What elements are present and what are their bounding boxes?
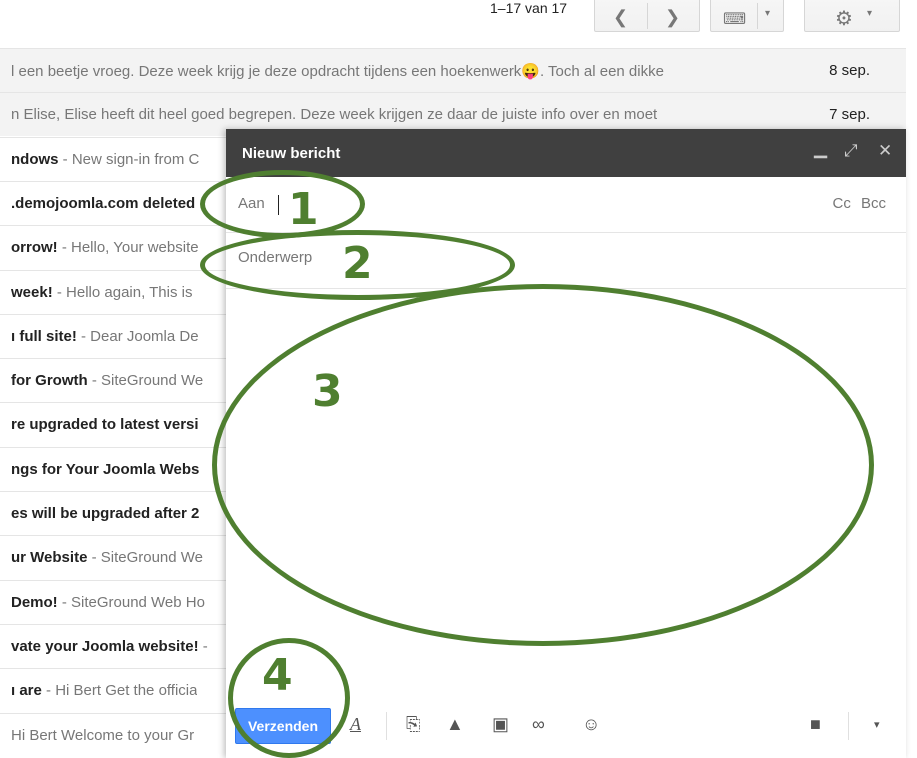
email-preview: re upgraded to latest versi bbox=[11, 416, 199, 433]
annotation-circle-1 bbox=[200, 170, 365, 238]
email-preview: .demojoomla.com deleted bbox=[11, 195, 195, 212]
expand-icon[interactable]: ⤢ bbox=[844, 141, 858, 161]
input-tools-button[interactable]: ⌨ ▾ bbox=[710, 0, 784, 32]
email-preview: es will be upgraded after 2 bbox=[11, 505, 199, 522]
email-subject: ngs for Your Joomla Webs bbox=[11, 460, 200, 478]
email-row[interactable]: l een beetje vroeg. Deze week krijg je d… bbox=[0, 48, 906, 92]
email-snippet: - Dear Joomla De bbox=[76, 327, 199, 345]
keyboard-icon[interactable]: ⌨ bbox=[723, 9, 746, 29]
email-preview: ngs for Your Joomla Webs bbox=[11, 461, 199, 478]
pagination-buttons: ❮ ❯ bbox=[594, 0, 700, 32]
email-preview: week! - Hello again, This is bbox=[11, 284, 193, 301]
email-subject: es will be upgraded after 2 bbox=[11, 505, 200, 522]
email-subject: orrow! bbox=[11, 239, 58, 257]
cc-bcc-link[interactable]: Cc Bcc bbox=[832, 195, 886, 212]
email-subject: for Growth bbox=[11, 372, 88, 390]
email-subject: Demo! bbox=[11, 593, 58, 611]
emoji-icon[interactable]: ☺ bbox=[582, 714, 600, 735]
annotation-number-1: 1 bbox=[288, 184, 319, 235]
chevron-down-icon[interactable]: ▾ bbox=[765, 8, 770, 19]
annotation-number-2: 2 bbox=[342, 238, 373, 289]
drive-icon[interactable]: ▲ bbox=[446, 714, 464, 735]
email-subject: .demojoomla.com deleted bbox=[11, 194, 196, 212]
email-preview: Demo! - SiteGround Web Ho bbox=[11, 594, 205, 611]
email-snippet: - Hello, Your website bbox=[57, 239, 199, 257]
email-subject: ur Website bbox=[11, 549, 88, 567]
email-preview: ndows - New sign-in from C bbox=[11, 151, 199, 168]
email-preview: orrow! - Hello, Your website bbox=[11, 239, 199, 256]
chevron-left-icon[interactable]: ❮ bbox=[613, 7, 628, 28]
email-snippet: - New sign-in from C bbox=[58, 150, 200, 168]
email-snippet: n Elise, Elise heeft dit heel goed begre… bbox=[11, 106, 658, 124]
annotation-number-3: 3 bbox=[312, 366, 343, 417]
attach-icon[interactable]: ⎘ bbox=[406, 714, 420, 735]
email-subject: ı full site! bbox=[11, 327, 77, 345]
chevron-right-icon[interactable]: ❯ bbox=[665, 7, 680, 28]
email-snippet: - SiteGround We bbox=[87, 549, 204, 567]
compose-title: Nieuw bericht bbox=[242, 145, 341, 162]
email-snippet: - Hi Bert Get the officia bbox=[41, 682, 198, 700]
gear-icon[interactable]: ⚙ bbox=[835, 6, 853, 31]
email-preview: for Growth - SiteGround We bbox=[11, 372, 203, 389]
email-subject: ı are bbox=[11, 682, 42, 700]
email-snippet: - SiteGround We bbox=[87, 372, 204, 390]
email-date: 8 sep. bbox=[829, 62, 870, 79]
annotation-number-4: 4 bbox=[262, 650, 293, 701]
format-text-icon[interactable]: A bbox=[350, 714, 361, 735]
email-preview: ur Website - SiteGround We bbox=[11, 549, 203, 566]
close-icon[interactable]: ✕ bbox=[878, 141, 892, 161]
compose-header[interactable]: Nieuw bericht ▁ ⤢ ✕ bbox=[226, 129, 906, 177]
email-date: 7 sep. bbox=[829, 106, 870, 124]
photo-icon[interactable]: ▣ bbox=[492, 714, 509, 735]
settings-button[interactable]: ⚙ ▾ bbox=[804, 0, 900, 32]
chevron-down-icon[interactable]: ▾ bbox=[867, 8, 872, 19]
email-snippet: Hi Bert Welcome to your Gr bbox=[11, 726, 195, 744]
email-snippet: l een beetje vroeg. Deze week krijg je d… bbox=[11, 63, 664, 80]
minimize-icon[interactable]: ▁ bbox=[814, 139, 827, 159]
email-snippet: - SiteGround Web Ho bbox=[57, 593, 205, 611]
email-preview: Hi Bert Welcome to your Gr bbox=[11, 727, 194, 744]
email-subject: ndows bbox=[11, 150, 59, 168]
pagination-count: 1–17 van 17 bbox=[490, 0, 568, 16]
more-options-icon[interactable]: ▾ bbox=[874, 718, 880, 731]
email-preview: l een beetje vroeg. Deze week krijg je d… bbox=[11, 62, 664, 80]
email-subject: week! bbox=[11, 283, 53, 301]
annotation-circle-3 bbox=[212, 284, 874, 646]
link-icon[interactable]: ∞ bbox=[532, 714, 545, 735]
email-subject: vate your Joomla website! bbox=[11, 637, 199, 655]
email-preview: ı are - Hi Bert Get the officia bbox=[11, 682, 197, 699]
email-snippet: - Hello again, This is bbox=[52, 283, 193, 301]
email-snippet: - bbox=[198, 637, 208, 655]
email-subject: re upgraded to latest versi bbox=[11, 416, 199, 434]
trash-icon[interactable]: ■ bbox=[810, 714, 821, 735]
email-preview: n Elise, Elise heeft dit heel goed begre… bbox=[11, 106, 657, 123]
email-preview: vate your Joomla website! - bbox=[11, 638, 208, 655]
email-preview: ı full site! - Dear Joomla De bbox=[11, 328, 199, 345]
